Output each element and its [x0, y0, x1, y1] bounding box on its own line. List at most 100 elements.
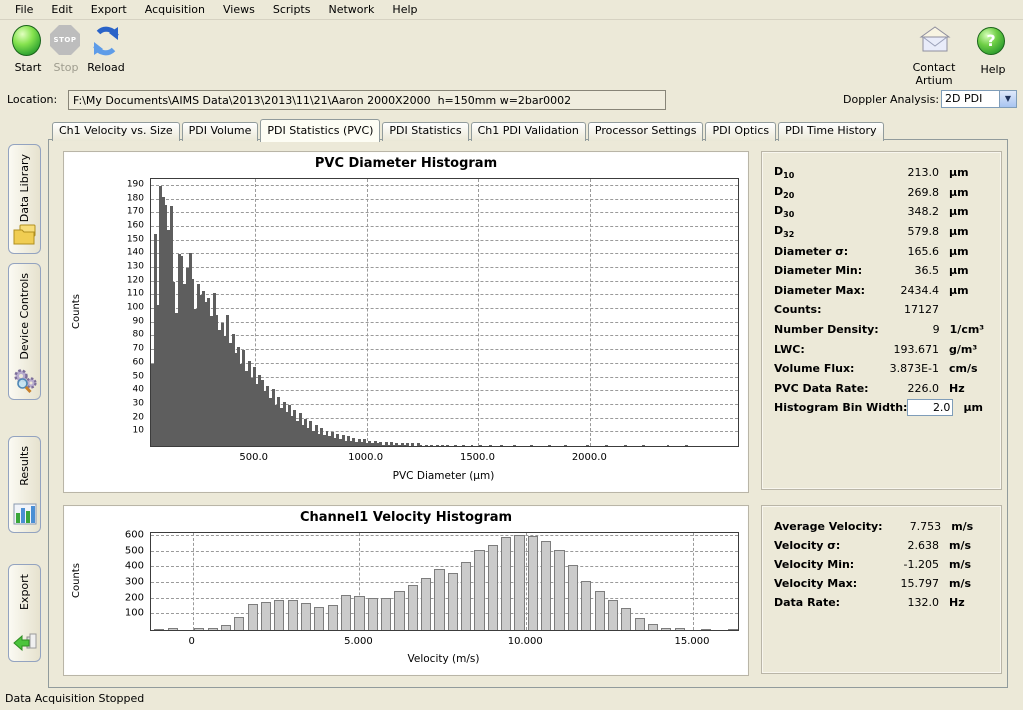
- tab-ch1-pdi-validation[interactable]: Ch1 PDI Validation: [471, 122, 586, 141]
- histogram-bar: [648, 624, 658, 630]
- histogram-bar: [441, 445, 444, 446]
- y-tick-label: 170: [127, 208, 144, 217]
- y-tick-label: 160: [127, 221, 144, 230]
- help-button[interactable]: ? Help: [973, 25, 1013, 76]
- y-gridline: [151, 267, 738, 268]
- y-gridline: [151, 281, 738, 282]
- histogram-bar: [685, 445, 688, 446]
- stat-value: 7.753: [883, 520, 942, 533]
- chevron-down-icon[interactable]: ▼: [999, 91, 1016, 107]
- menu-item-network[interactable]: Network: [319, 1, 383, 18]
- x-gridline: [478, 179, 479, 446]
- histogram-bin-width-input[interactable]: [907, 399, 953, 416]
- tab-processor-settings[interactable]: Processor Settings: [588, 122, 704, 141]
- sidebar-item-export[interactable]: Export: [8, 564, 41, 662]
- y-gridline: [151, 185, 738, 186]
- tab-pdi-statistics-pvc[interactable]: PDI Statistics (PVC): [260, 119, 380, 142]
- stat-label: D20: [774, 185, 877, 200]
- device-controls-icon: [12, 368, 38, 394]
- histogram-bar: [454, 445, 457, 446]
- histogram-bar: [434, 569, 444, 630]
- stat-value: 2434.4: [877, 284, 939, 297]
- histogram-bar: [474, 550, 484, 630]
- histogram-bar: [301, 603, 311, 630]
- histogram-bar: [675, 628, 685, 630]
- y-tick-label: 100: [127, 304, 144, 313]
- pvc-stat-row: Number Density:91/cm³: [774, 320, 989, 340]
- histogram-bar: [248, 604, 258, 630]
- tab-pdi-time-history[interactable]: PDI Time History: [778, 122, 883, 141]
- doppler-analysis-select[interactable]: 2D PDI ▼: [941, 90, 1017, 108]
- histogram-bar: [595, 591, 605, 630]
- y-tick-label: 180: [127, 194, 144, 203]
- stat-label: Diameter σ:: [774, 245, 877, 258]
- x-gridline: [693, 533, 694, 630]
- y-gridline: [151, 240, 738, 241]
- menu-item-file[interactable]: File: [6, 1, 42, 18]
- y-gridline: [151, 199, 738, 200]
- histogram-bar: [341, 595, 351, 630]
- stat-unit: µm: [949, 186, 989, 199]
- tab-ch1-velocity-vs-size[interactable]: Ch1 Velocity vs. Size: [52, 122, 180, 141]
- x-tick-label: 10.000: [508, 636, 543, 647]
- menu-item-acquisition[interactable]: Acquisition: [136, 1, 214, 18]
- tab-pdi-statistics[interactable]: PDI Statistics: [382, 122, 468, 141]
- tab-pdi-optics[interactable]: PDI Optics: [705, 122, 776, 141]
- y-tick-label: 130: [127, 263, 144, 272]
- histogram-bar: [368, 598, 378, 630]
- histogram-bar: [479, 445, 482, 446]
- y-tick-label: 120: [127, 276, 144, 285]
- histogram-bar: [408, 585, 418, 630]
- doppler-analysis-label: Doppler Analysis:: [843, 93, 939, 106]
- help-button-label: Help: [973, 63, 1013, 76]
- start-button[interactable]: Start: [8, 25, 48, 74]
- sidebar-item-device-controls[interactable]: Device Controls: [8, 263, 41, 400]
- stop-button-label: Stop: [47, 61, 85, 74]
- histogram-bar: [430, 445, 433, 446]
- y-gridline: [151, 551, 738, 552]
- histogram-bar: [462, 445, 465, 446]
- stat-label: Volume Flux:: [774, 362, 877, 375]
- menu-item-help[interactable]: Help: [383, 1, 426, 18]
- location-input[interactable]: [68, 90, 666, 110]
- sidebar-item-data-library[interactable]: Data Library: [8, 144, 41, 254]
- y-axis: 100200300400500600: [102, 532, 148, 629]
- stat-unit: µm: [949, 245, 989, 258]
- y-tick-label: 80: [133, 331, 144, 340]
- reload-button[interactable]: Reload: [84, 25, 128, 74]
- histogram-bar: [501, 537, 511, 630]
- menu-item-export[interactable]: Export: [82, 1, 136, 18]
- stat-label: D30: [774, 204, 877, 219]
- menu-item-edit[interactable]: Edit: [42, 1, 81, 18]
- y-gridline: [151, 308, 738, 309]
- sidebar-item-results[interactable]: Results: [8, 436, 41, 533]
- x-gridline: [367, 179, 368, 446]
- velocity-stat-row: Velocity σ:2.638m/s: [774, 536, 989, 555]
- stat-label: PVC Data Rate:: [774, 382, 877, 395]
- histogram-bar: [728, 629, 738, 630]
- stat-unit: m/s: [949, 577, 989, 590]
- pvc-stat-row: D20269.8µm: [774, 183, 989, 203]
- y-gridline: [151, 335, 738, 336]
- tab-content-pdi-statistics-pvc: PVC Diameter Histogram Counts 1020304050…: [48, 139, 1008, 688]
- histogram-bar: [221, 625, 231, 630]
- histogram-bar: [261, 602, 271, 630]
- stat-value: 165.6: [877, 245, 939, 258]
- location-label: Location:: [7, 93, 57, 106]
- stat-unit: m/s: [951, 520, 989, 533]
- y-gridline: [151, 535, 738, 536]
- y-tick-label: 110: [127, 290, 144, 299]
- status-bar: Data Acquisition Stopped: [0, 689, 1023, 710]
- histogram-bar: [488, 545, 498, 630]
- stat-unit: µm: [949, 205, 989, 218]
- menu-item-views[interactable]: Views: [214, 1, 264, 18]
- contact-artium-button[interactable]: Contact Artium: [893, 25, 975, 87]
- histogram-bar: [642, 445, 645, 446]
- menu-item-scripts[interactable]: Scripts: [264, 1, 320, 18]
- histogram-bar: [661, 628, 671, 631]
- tab-pdi-volume[interactable]: PDI Volume: [182, 122, 259, 141]
- histogram-bar: [381, 598, 391, 630]
- stat-value: -1.205: [877, 558, 939, 571]
- stat-label: Data Rate:: [774, 596, 877, 609]
- x-gridline: [193, 533, 194, 630]
